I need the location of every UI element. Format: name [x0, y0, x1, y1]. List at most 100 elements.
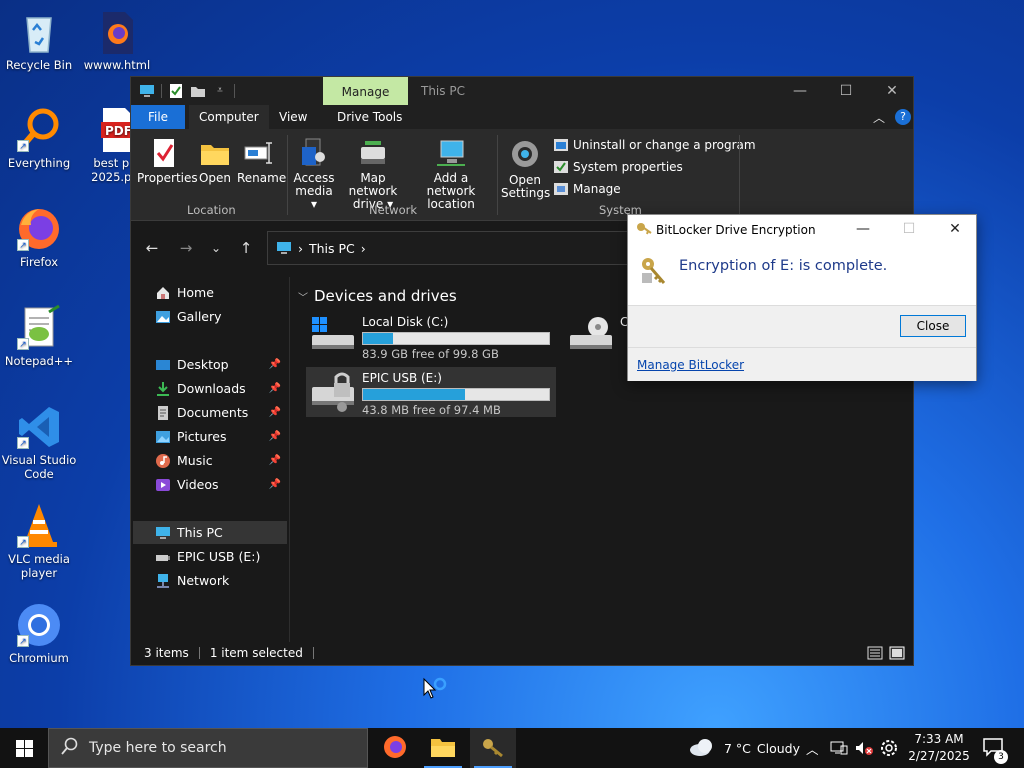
pin-icon[interactable]: 📌 — [269, 407, 281, 418]
shortcut-arrow-icon: ↗ — [17, 239, 29, 251]
breadcrumb-separator: › — [298, 240, 303, 256]
nav-item-network[interactable]: Network — [133, 569, 287, 592]
new-folder-qat-icon[interactable] — [190, 83, 206, 99]
nav-item-this-pc[interactable]: This PC — [133, 521, 287, 544]
tab-drive-tools[interactable]: Drive Tools — [327, 105, 412, 129]
pin-icon[interactable]: 📌 — [269, 431, 281, 442]
collapse-ribbon-icon[interactable]: ︿ — [873, 109, 885, 126]
pin-icon[interactable]: 📌 — [269, 455, 281, 466]
add-network-location-icon — [435, 137, 467, 169]
settings-gear-icon[interactable] — [880, 728, 898, 768]
download-arrow-icon — [155, 381, 171, 397]
open-button[interactable]: Open — [195, 137, 235, 185]
nav-item-gallery[interactable]: Gallery — [133, 305, 287, 328]
breadcrumb-this-pc[interactable]: This PC — [309, 241, 355, 256]
nav-item-documents[interactable]: Documents 📌 — [133, 401, 287, 424]
show-hidden-icons-button[interactable]: ︿ — [806, 728, 819, 768]
rename-button[interactable]: Rename — [237, 137, 286, 185]
desktop-icon-recycle-bin[interactable]: Recycle Bin — [0, 8, 78, 72]
shortcut-arrow-icon: ↗ — [17, 635, 29, 647]
pin-icon[interactable]: 📌 — [269, 479, 281, 490]
manage-bitlocker-link[interactable]: Manage BitLocker — [637, 358, 744, 372]
taskbar-search-box[interactable]: Type here to search — [48, 728, 368, 768]
pin-icon[interactable]: 📌 — [269, 383, 281, 394]
start-button[interactable] — [0, 728, 48, 768]
add-network-location-button[interactable]: Add a network location — [411, 137, 491, 211]
taskbar-app-firefox[interactable] — [372, 728, 418, 768]
properties-qat-icon[interactable] — [168, 83, 184, 99]
uninstall-label: Uninstall or change a program — [573, 138, 756, 152]
system-properties-button[interactable]: System properties — [553, 159, 683, 175]
action-center-button[interactable]: 3 — [982, 728, 1008, 768]
pin-icon[interactable]: 📌 — [269, 359, 281, 370]
volume-muted-icon[interactable] — [854, 728, 874, 768]
map-network-drive-button[interactable]: Map network drive ▾ — [337, 137, 409, 211]
cloud-icon — [688, 737, 718, 760]
minimize-button[interactable]: — — [777, 77, 823, 105]
dialog-close-button[interactable]: Close — [900, 315, 966, 337]
weather-widget[interactable]: 7 °C Cloudy — [688, 728, 800, 768]
drive-tile-c[interactable]: Local Disk (C:) 83.9 GB free of 99.8 GB — [306, 311, 556, 361]
svg-text:PDF: PDF — [105, 124, 132, 138]
network-tray-icon[interactable] — [830, 728, 848, 768]
nav-item-home[interactable]: Home — [133, 281, 287, 304]
nav-item-pictures[interactable]: Pictures 📌 — [133, 425, 287, 448]
help-icon[interactable]: ? — [895, 109, 911, 125]
system-properties-icon — [553, 159, 569, 175]
desktop-icon-label: VLC media player — [8, 552, 70, 580]
ribbon-tab-bar: File Computer View Drive Tools ︿ ? — [131, 105, 913, 129]
taskbar-clock[interactable]: 7:33 AM 2/27/2025 — [900, 731, 978, 765]
desktop-icon-vscode[interactable]: ↗ Visual Studio Code — [0, 403, 78, 481]
shortcut-arrow-icon: ↗ — [17, 437, 29, 449]
breadcrumb-separator: › — [360, 240, 366, 256]
manage-button[interactable]: Manage — [553, 181, 621, 197]
maximize-button[interactable]: ☐ — [823, 77, 869, 105]
desktop-icon-notepadpp[interactable]: ↗ Notepad++ — [0, 304, 78, 368]
desktop-icon-everything[interactable]: ↗ Everything — [0, 106, 78, 170]
nav-item-desktop[interactable]: Desktop 📌 — [133, 353, 287, 376]
nav-item-downloads[interactable]: Downloads 📌 — [133, 377, 287, 400]
taskbar-app-bitlocker[interactable] — [470, 728, 516, 768]
up-arrow-icon[interactable]: ↑ — [235, 237, 257, 259]
desktop-icon-label: Chromium — [9, 651, 69, 665]
address-bar[interactable]: › This PC › — [267, 231, 687, 265]
tab-computer[interactable]: Computer — [189, 105, 269, 129]
desktop-icon-label: Visual Studio Code — [1, 453, 77, 481]
forward-arrow-icon[interactable]: → — [175, 237, 197, 259]
drive-name: Local Disk (C:) — [362, 315, 449, 329]
large-icons-view-icon[interactable] — [889, 646, 905, 663]
shortcut-arrow-icon: ↗ — [17, 338, 29, 350]
desktop-icon-wwww-html[interactable]: wwww.html — [78, 8, 156, 72]
desktop-icon-label: Notepad++ — [4, 354, 74, 368]
context-tab-manage[interactable]: Manage — [323, 77, 408, 105]
desktop-icon-label: Recycle Bin — [5, 58, 73, 72]
dialog-close-x-button[interactable]: ✕ — [932, 215, 978, 244]
uninstall-program-button[interactable]: Uninstall or change a program — [553, 137, 756, 153]
section-title: Devices and drives — [314, 287, 457, 305]
nav-item-music[interactable]: Music 📌 — [133, 449, 287, 472]
tab-view[interactable]: View — [269, 105, 317, 129]
properties-button[interactable]: Properties — [137, 137, 198, 185]
nav-item-videos[interactable]: Videos 📌 — [133, 473, 287, 496]
tab-file[interactable]: File — [131, 105, 185, 129]
nav-label: Videos — [177, 477, 219, 492]
dialog-minimize-button[interactable]: — — [840, 215, 886, 244]
access-media-button[interactable]: Access media ▾ — [293, 137, 335, 211]
system-properties-label: System properties — [573, 160, 683, 174]
desktop-icon-firefox[interactable]: ↗ Firefox — [0, 205, 78, 269]
map-network-drive-label: Map network — [348, 171, 398, 198]
recent-locations-chevron-icon[interactable]: ⌄ — [205, 237, 227, 259]
chevron-down-icon[interactable]: ⩡ — [212, 83, 228, 99]
nav-item-epic-usb[interactable]: EPIC USB (E:) — [133, 545, 287, 568]
open-settings-button[interactable]: Open Settings — [501, 137, 550, 200]
back-arrow-icon[interactable]: ← — [141, 237, 163, 259]
taskbar-app-file-explorer[interactable] — [420, 728, 466, 768]
close-button[interactable]: ✕ — [869, 77, 915, 105]
desktop-icon-chromium[interactable]: ↗ Chromium — [0, 601, 78, 665]
drive-tile-e[interactable]: EPIC USB (E:) 43.8 MB free of 97.4 MB — [306, 367, 556, 417]
details-view-icon[interactable] — [867, 646, 883, 663]
bitlocker-key-icon — [480, 736, 506, 761]
uninstall-icon — [553, 137, 569, 153]
desktop-icon-vlc[interactable]: ↗ VLC media player — [0, 502, 78, 580]
section-header-devices[interactable]: ﹀ Devices and drives — [298, 287, 457, 305]
